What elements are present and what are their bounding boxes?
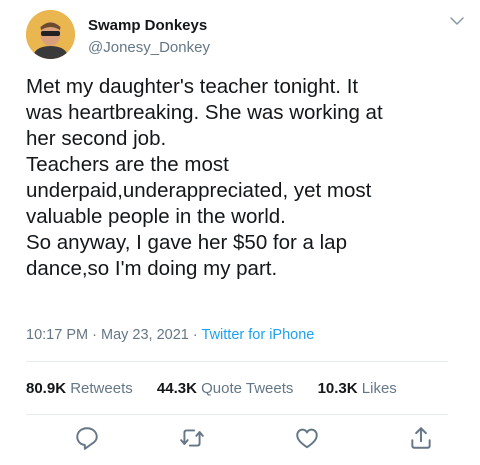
retweet-icon[interactable]: [179, 425, 205, 451]
tweet-text: Met my daughter's teacher tonight. It wa…: [26, 75, 383, 280]
divider: [26, 361, 448, 362]
retweets-count: 80.9K: [26, 380, 67, 397]
tweet-card: Swamp Donkeys @Jonesy_Donkey Met my daug…: [0, 0, 480, 465]
quote-count: 44.3K: [156, 380, 197, 397]
likes-label: Likes: [361, 380, 397, 397]
tweet-time[interactable]: 10:17 PM: [26, 327, 88, 343]
display-name[interactable]: Swamp Donkeys: [88, 16, 210, 35]
chevron-down-icon[interactable]: [448, 12, 466, 30]
avatar[interactable]: [26, 10, 75, 59]
tweet-source[interactable]: Twitter for iPhone: [202, 327, 315, 343]
tweet-header: Swamp Donkeys @Jonesy_Donkey: [26, 10, 470, 60]
like-icon[interactable]: [294, 425, 320, 451]
handle[interactable]: @Jonesy_Donkey: [88, 38, 210, 57]
tweet-meta: 10:17 PM · May 23, 2021 · Twitter for iP…: [26, 327, 314, 343]
quote-tweets-stat[interactable]: 44.3K Quote Tweets: [157, 380, 293, 397]
action-bar: [26, 425, 448, 453]
retweets-stat[interactable]: 80.9K Retweets: [26, 380, 133, 397]
meta-separator: ·: [192, 327, 198, 343]
divider: [26, 414, 448, 415]
retweets-label: Retweets: [70, 380, 133, 397]
share-icon[interactable]: [408, 425, 434, 451]
reply-icon[interactable]: [74, 425, 100, 451]
quote-label: Quote Tweets: [201, 380, 294, 397]
tweet-stats: 80.9K Retweets 44.3K Quote Tweets 10.3K …: [26, 380, 417, 397]
likes-stat[interactable]: 10.3K Likes: [318, 380, 397, 397]
likes-count: 10.3K: [317, 380, 358, 397]
profile-photo-icon: [26, 10, 75, 59]
tweet-date[interactable]: May 23, 2021: [101, 327, 189, 343]
author-names: Swamp Donkeys @Jonesy_Donkey: [88, 16, 210, 57]
meta-separator: ·: [92, 327, 97, 343]
